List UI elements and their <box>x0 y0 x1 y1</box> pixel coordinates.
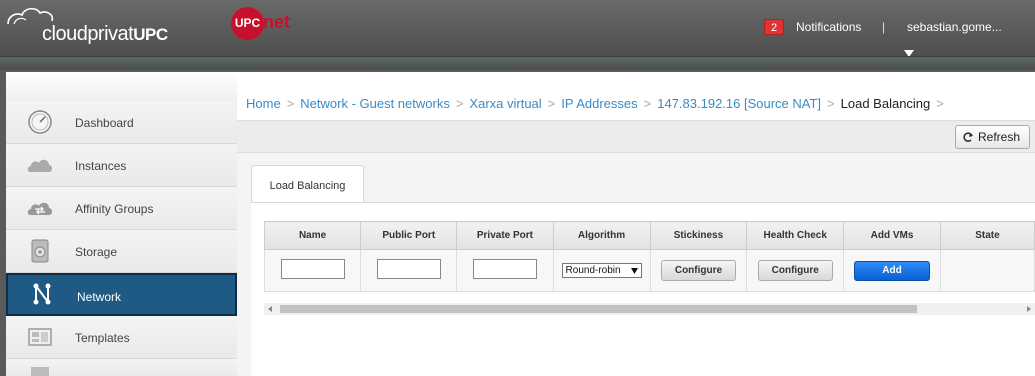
private-port-input[interactable] <box>472 259 537 279</box>
breadcrumb-separator: > <box>455 96 464 111</box>
upc-circle: UPC <box>231 7 264 40</box>
breadcrumb-ip[interactable]: 147.83.192.16 [Source NAT] <box>657 96 821 111</box>
sidebar-item-label: Affinity Groups <box>75 202 154 216</box>
tab-content-area: Load Balancing Name Public Port Private … <box>237 153 1035 376</box>
cell-stickiness: Configure <box>649 249 748 292</box>
cell-state <box>939 249 1035 292</box>
column-header-algorithm: Algorithm <box>552 221 651 250</box>
sidebar-item-label: Network <box>77 290 122 304</box>
cell-health-check: Configure <box>746 249 845 292</box>
sidebar-item-storage[interactable]: Storage <box>6 230 237 273</box>
cell-add-vms: Add <box>843 249 941 292</box>
breadcrumb-separator: > <box>827 96 835 111</box>
horizontal-scrollbar[interactable] <box>264 303 1035 315</box>
sidebar: Dashboard Instances Affinity Groups Stor… <box>6 72 237 376</box>
header-separator: | <box>882 20 886 34</box>
sidebar-item-instances[interactable]: Instances <box>6 144 237 187</box>
refresh-icon <box>963 132 973 142</box>
scrollbar-thumb[interactable] <box>280 305 917 313</box>
breadcrumb-ip-addresses[interactable]: IP Addresses <box>561 96 637 111</box>
notifications-label: Notifications <box>796 20 862 34</box>
load-balancing-table: Name Public Port Private Port Algorithm … <box>263 221 1035 292</box>
scroll-right-arrow-icon[interactable] <box>1027 306 1031 312</box>
column-header-health-check: Health Check <box>746 221 845 250</box>
dashboard-icon <box>28 110 52 134</box>
cell-private-port <box>456 249 554 292</box>
health-check-configure-button[interactable]: Configure <box>757 260 833 281</box>
templates-icon <box>28 328 52 346</box>
breadcrumb-separator: > <box>547 96 556 111</box>
add-vms-button[interactable]: Add <box>854 260 931 281</box>
breadcrumb-separator: > <box>643 96 652 111</box>
network-icon <box>33 283 51 305</box>
cell-public-port <box>360 249 458 292</box>
public-port-input[interactable] <box>376 259 441 279</box>
breadcrumb-current: Load Balancing <box>840 96 931 111</box>
notifications-count-badge: 2 <box>764 19 784 35</box>
tab-load-balancing[interactable]: Load Balancing <box>251 165 364 203</box>
calendar-icon <box>31 367 49 376</box>
sidebar-item-dashboard[interactable]: Dashboard <box>6 101 237 144</box>
refresh-button[interactable]: Refresh <box>955 125 1030 149</box>
column-header-state: State <box>939 221 1035 250</box>
notifications-button[interactable]: 2 Notifications <box>764 18 861 36</box>
upcnet-logo: UPC net <box>231 7 301 41</box>
sidebar-item-network[interactable]: Network <box>6 273 237 316</box>
top-header: cloudprivatUPC UPC net 2 Notifications |… <box>0 0 1035 57</box>
table-row: Round-robin Configure Configure Add <box>263 249 1035 292</box>
column-header-add-vms: Add VMs <box>843 221 941 250</box>
column-header-name: Name <box>263 221 362 250</box>
breadcrumb-separator: > <box>286 96 295 111</box>
breadcrumb-home[interactable]: Home <box>246 96 281 111</box>
toolbar: Refresh <box>237 120 1035 153</box>
table-header-row: Name Public Port Private Port Algorithm … <box>263 221 1035 250</box>
stickiness-configure-button[interactable]: Configure <box>660 260 736 281</box>
sidebar-item-affinity-groups[interactable]: Affinity Groups <box>6 187 237 230</box>
breadcrumb: Home > Network - Guest networks > Xarxa virt… <box>237 90 1027 118</box>
load-balancing-panel: Name Public Port Private Port Algorithm … <box>251 202 1035 376</box>
column-header-public-port: Public Port <box>360 221 458 250</box>
sidebar-item-label: Instances <box>75 159 127 173</box>
column-header-stickiness: Stickiness <box>649 221 748 250</box>
name-input[interactable] <box>280 259 345 279</box>
cloudprivatupc-logo[interactable]: cloudprivatUPC <box>6 4 168 48</box>
header-bar <box>0 56 1035 70</box>
sidebar-item-label: Storage <box>75 245 118 259</box>
affinity-cloud-icon <box>27 202 52 215</box>
cloud-icon <box>27 159 52 172</box>
column-header-private-port: Private Port <box>456 221 554 250</box>
sidebar-item-label: Dashboard <box>75 116 134 130</box>
scroll-left-arrow-icon[interactable] <box>268 306 272 312</box>
sidebar-item-partial[interactable] <box>6 359 237 376</box>
logo-text: cloudprivatUPC <box>42 23 168 45</box>
sidebar-item-templates[interactable]: Templates <box>6 316 237 359</box>
breadcrumb-network[interactable]: Network - Guest networks <box>300 96 450 111</box>
main-content: Home > Network - Guest networks > Xarxa virt… <box>237 72 1035 376</box>
cell-name <box>263 249 362 292</box>
user-menu[interactable]: sebastian.gome... <box>907 20 1002 34</box>
storage-icon <box>31 239 49 263</box>
dropdown-arrow-icon <box>630 267 638 274</box>
algorithm-selected-value: Round-robin <box>565 265 621 276</box>
breadcrumb-xarxa-virtual[interactable]: Xarxa virtual <box>469 96 541 111</box>
breadcrumb-separator: > <box>936 96 944 111</box>
cell-algorithm: Round-robin <box>552 249 651 292</box>
algorithm-select[interactable]: Round-robin <box>561 263 642 278</box>
sidebar-top <box>6 72 237 101</box>
upc-net-text: net <box>263 12 290 32</box>
refresh-label: Refresh <box>978 130 1021 144</box>
sidebar-item-label: Templates <box>75 331 130 345</box>
